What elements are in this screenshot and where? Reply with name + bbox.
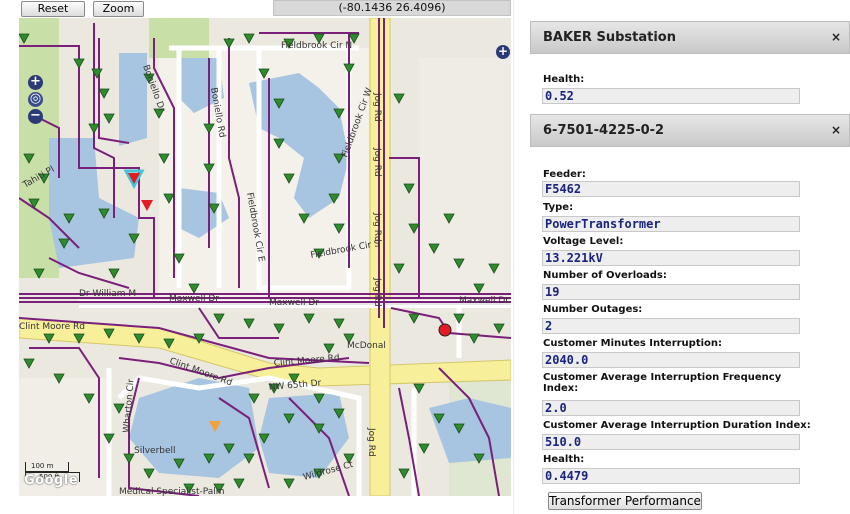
street-label: Jog Rd (372, 212, 382, 242)
street-label: Jog Rd (372, 92, 382, 122)
street-label: Maxwell Dr (269, 298, 319, 308)
transformer-performance-button[interactable]: Transformer Performance (548, 492, 702, 510)
zoom-control: + ◎ − (28, 75, 43, 133)
feeder-label: Feeder: (543, 169, 586, 180)
scale-metric: 100 m (31, 462, 54, 470)
transformer-panel-header: 6-7501-4225-0-2 × (530, 114, 850, 147)
google-logo: Google (24, 473, 79, 488)
street-label: Clint Moore Rd (19, 322, 85, 332)
transformer-health-value: 0.4479 (542, 468, 800, 484)
transformer-title: 6-7501-4225-0-2 (543, 123, 665, 138)
substation-marker[interactable] (438, 323, 452, 337)
outages-value: 2 (542, 318, 800, 334)
map-view[interactable]: Fieldbrook Cir N Boniello Dr Boniello Rd Fi… (19, 18, 511, 496)
globe-icon[interactable]: ◎ (28, 92, 43, 107)
zoom-in-button[interactable]: + (28, 75, 43, 90)
coordinates-readout: (-80.1436 26.4096) (273, 0, 511, 16)
substation-panel-header: BAKER Substation × (530, 21, 850, 54)
street-label: Dr William M (79, 289, 136, 299)
close-icon[interactable]: × (831, 123, 841, 137)
map-canvas[interactable]: Fieldbrook Cir NBoniello Dr Boniello RdFi… (19, 18, 511, 496)
feeder-value: F5462 (542, 181, 800, 197)
panel-divider (513, 0, 514, 514)
street-label: Maxwell Dr (459, 296, 509, 306)
caidi-value: 510.0 (542, 434, 800, 450)
overloads-label: Number of Overloads: (543, 270, 667, 281)
substation-title: BAKER Substation (543, 30, 676, 45)
close-icon[interactable]: × (831, 30, 841, 44)
substation-health-label: Health: (543, 74, 585, 85)
outages-label: Number Outages: (543, 304, 643, 315)
street-label: Maxwell Dr (169, 294, 219, 304)
caifi-value: 2.0 (542, 400, 800, 416)
substation-health-value: 0.52 (542, 88, 800, 104)
caidi-label: Customer Average Interruption Duration I… (543, 420, 811, 431)
street-label: Medical Specialist-Palm (119, 487, 225, 496)
voltage-label: Voltage Level: (543, 236, 624, 247)
type-value: PowerTransformer (542, 216, 800, 232)
expand-button[interactable]: + (496, 45, 510, 59)
street-label: Jog Rd (366, 427, 376, 457)
street-label: McDonal (347, 341, 386, 351)
caifi-label: Customer Average Interruption Frequency … (543, 372, 782, 394)
overloads-value: 19 (542, 284, 800, 300)
cmi-label: Customer Minutes Interruption: (543, 338, 723, 349)
type-label: Type: (543, 202, 574, 213)
transformer-health-label: Health: (543, 454, 585, 465)
street-label: Jog Rd (372, 147, 382, 177)
cmi-value: 2040.0 (542, 352, 800, 368)
zoom-out-button[interactable]: − (28, 109, 43, 124)
street-label: Jog Rd (372, 277, 382, 307)
reset-view-button[interactable]: Reset View (21, 1, 85, 29)
voltage-value: 13.221kV (542, 250, 800, 266)
zoom-to-button[interactable]: Zoom To (93, 1, 144, 29)
street-label: Silverbell (134, 446, 176, 456)
street-label: Fieldbrook Cir N (281, 41, 352, 51)
